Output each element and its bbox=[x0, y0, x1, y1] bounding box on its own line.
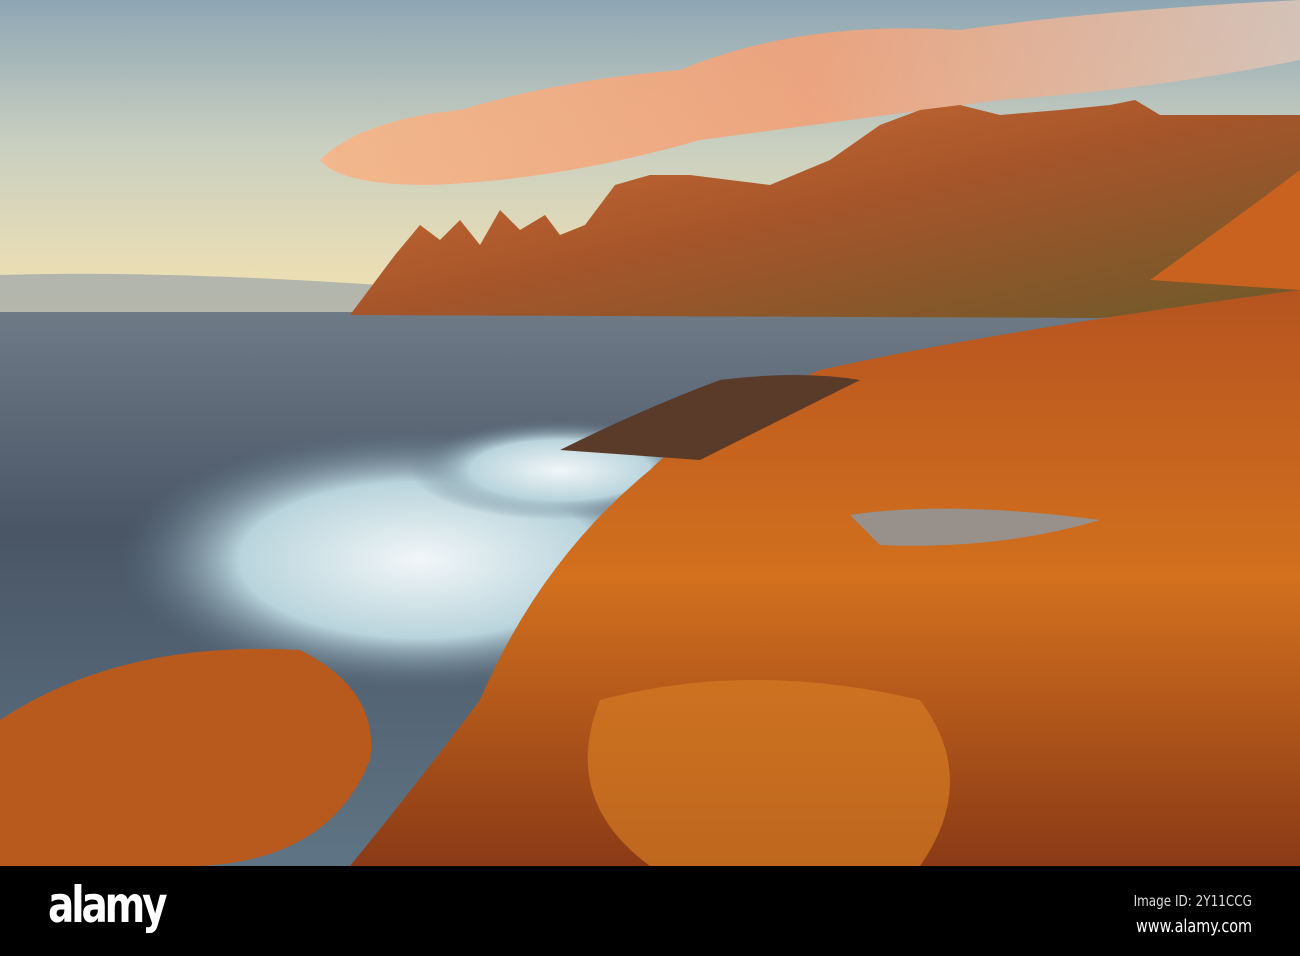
image-id: Image ID: 2Y11CCG bbox=[1133, 892, 1252, 910]
website-link[interactable]: www.alamy.com bbox=[1136, 916, 1252, 937]
watermark-footer: alamy Image ID: 2Y11CCG www.alamy.com bbox=[0, 866, 1300, 956]
alamy-logo: alamy bbox=[48, 876, 168, 934]
landscape-photo bbox=[0, 0, 1300, 866]
stock-photo-page: alamy Image ID: 2Y11CCG www.alamy.com bbox=[0, 0, 1300, 956]
